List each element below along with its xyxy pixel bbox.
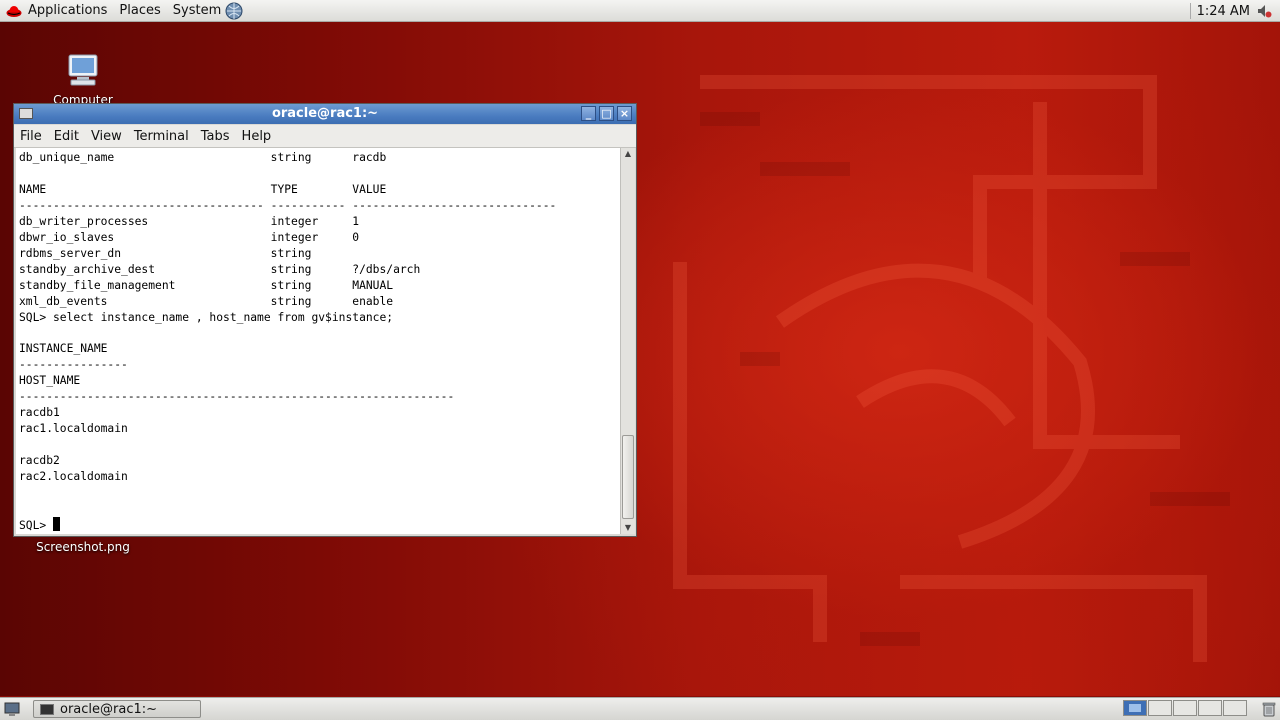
terminal-line: rdbms_server_dn string (19, 246, 312, 260)
terminal-line: SQL> select instance_name , host_name fr… (19, 310, 394, 324)
top-panel: Applications Places System 1:24 AM (0, 0, 1280, 22)
terminal-line: HOST_NAME (19, 374, 81, 388)
panel-right: 1:24 AM (1184, 0, 1280, 22)
workspace-switcher (1123, 700, 1248, 716)
terminal-menu-bar: File Edit View Terminal Tabs Help (14, 125, 636, 148)
window-title-bar[interactable]: oracle@rac1:~ _ □ × (14, 104, 636, 124)
taskbar-button-terminal[interactable]: oracle@rac1:~ (33, 700, 201, 718)
terminal-line: ---------------- (19, 358, 128, 372)
volume-icon[interactable] (1256, 3, 1272, 19)
system-menu[interactable]: System (167, 0, 249, 22)
terminal-scrollbar[interactable]: ▲ ▼ (620, 148, 635, 534)
screenshot-icon-label: Screenshot.png (36, 540, 130, 554)
text-cursor (53, 516, 61, 531)
applications-menu-label: Applications (28, 3, 108, 18)
menu-view[interactable]: View (85, 129, 128, 144)
show-desktop-icon[interactable] (4, 701, 20, 717)
menu-terminal[interactable]: Terminal (128, 129, 195, 144)
workspace-5[interactable] (1223, 700, 1247, 716)
terminal-icon (40, 703, 54, 715)
workspace-3[interactable] (1173, 700, 1197, 716)
scrollbar-thumb[interactable] (622, 435, 634, 519)
terminal-line: INSTANCE_NAME (19, 342, 108, 356)
desktop-icon-screenshot[interactable]: Screenshot.png (28, 540, 138, 554)
window-title: oracle@rac1:~ (271, 106, 379, 121)
maximize-button[interactable]: □ (599, 106, 614, 121)
system-menu-label: System (172, 3, 222, 18)
terminal-line: rac1.localdomain (19, 422, 128, 436)
terminal-output-area[interactable]: db_unique_name string racdb NAME TYPE VA… (16, 148, 620, 534)
terminal-line: dbwr_io_slaves integer 0 (19, 230, 360, 244)
applications-menu[interactable]: Applications (0, 0, 113, 22)
workspace-1[interactable] (1123, 700, 1147, 716)
menu-tabs[interactable]: Tabs (195, 129, 236, 144)
redhat-icon (6, 5, 22, 17)
places-menu[interactable]: Places (113, 0, 166, 22)
terminal-text: db_unique_name string racdb NAME TYPE VA… (16, 148, 620, 534)
desktop-icon-computer[interactable]: Computer (50, 50, 116, 107)
sql-prompt: SQL> (19, 518, 54, 532)
workspace-4[interactable] (1198, 700, 1222, 716)
workspace-2[interactable] (1148, 700, 1172, 716)
terminal-line: ------------------------------------ ---… (19, 198, 557, 212)
scroll-up-arrow-icon[interactable]: ▲ (622, 148, 634, 160)
window-menu-icon[interactable] (19, 108, 33, 119)
terminal-line: ----------------------------------------… (19, 390, 455, 404)
terminal-line: xml_db_events string enable (19, 294, 394, 308)
terminal-line: standby_file_management string MANUAL (19, 278, 394, 292)
close-button[interactable]: × (617, 106, 632, 121)
menu-file[interactable]: File (14, 129, 48, 144)
places-menu-label: Places (119, 3, 161, 18)
trash-icon[interactable] (1262, 701, 1276, 717)
menu-help[interactable]: Help (236, 129, 278, 144)
terminal-line: rac2.localdomain (19, 470, 128, 484)
terminal-line: NAME TYPE VALUE (19, 182, 387, 196)
computer-icon (68, 54, 98, 86)
scroll-down-arrow-icon[interactable]: ▼ (622, 522, 634, 534)
panel-separator (1189, 3, 1191, 19)
minimize-button[interactable]: _ (581, 106, 596, 121)
terminal-line: db_writer_processes integer 1 (19, 214, 360, 228)
terminal-line: racdb2 (19, 454, 60, 468)
terminal-line: db_unique_name string racdb (19, 151, 387, 164)
menu-edit[interactable]: Edit (48, 129, 85, 144)
taskbar-button-label: oracle@rac1:~ (60, 701, 158, 717)
network-icon[interactable] (225, 2, 243, 20)
clock[interactable]: 1:24 AM (1197, 4, 1250, 19)
bottom-panel: oracle@rac1:~ (0, 697, 1280, 720)
terminal-window: oracle@rac1:~ _ □ × File Edit View Termi… (13, 103, 637, 537)
terminal-line: standby_archive_dest string ?/dbs/arch (19, 262, 421, 276)
terminal-line: racdb1 (19, 406, 60, 420)
